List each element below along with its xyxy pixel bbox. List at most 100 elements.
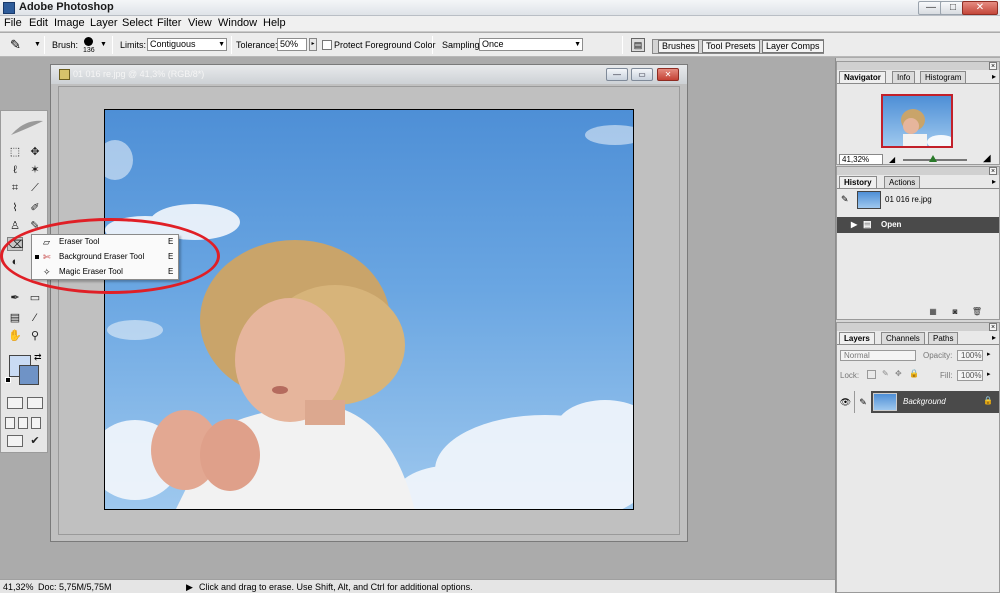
brush-preview-icon[interactable] — [84, 37, 93, 46]
window-close-button[interactable]: ✕ — [962, 1, 998, 15]
jump-to-imageready-button[interactable] — [7, 435, 23, 447]
palette-grip[interactable] — [837, 323, 999, 331]
sampling-select[interactable]: Once ▼ — [479, 38, 583, 51]
document-minimize-button[interactable]: — — [606, 68, 628, 81]
trash-icon[interactable]: 🗑 — [971, 307, 983, 317]
limits-select[interactable]: Contiguous ▼ — [147, 38, 227, 51]
opacity-input[interactable]: 100% — [957, 350, 983, 361]
well-tab-layer-comps[interactable]: Layer Comps — [762, 40, 824, 53]
zoom-out-icon[interactable]: ◢ — [889, 155, 895, 164]
menu-help[interactable]: Help — [263, 17, 286, 29]
chevron-down-icon: ▼ — [218, 41, 225, 48]
pen-tool-icon[interactable]: ✒ — [7, 291, 23, 305]
tab-info[interactable]: Info — [892, 71, 916, 83]
layers-body: Normal Opacity: 100% ▸ Lock: ✎ ✥ 🔒 Fill:… — [837, 344, 999, 592]
tab-history[interactable]: History — [839, 176, 877, 188]
history-snapshot-row[interactable]: ✎ 01 016 re.jpg — [837, 189, 999, 211]
tool-preset-dropdown-icon[interactable]: ▼ — [34, 41, 41, 48]
slice-tool-icon[interactable]: ⟋ — [27, 181, 43, 195]
palette-grip[interactable] — [837, 167, 999, 175]
layer-row-background[interactable]: 👁 ✎ Background 🔒 — [837, 391, 999, 413]
lock-pixels-icon[interactable]: ✎ — [882, 369, 889, 378]
menu-image[interactable]: Image — [54, 17, 85, 29]
close-icon[interactable]: × — [989, 62, 997, 70]
well-tab-tool-presets[interactable]: Tool Presets — [702, 40, 760, 53]
tolerance-input[interactable]: 50% — [277, 38, 307, 51]
eraser-brush-icon[interactable]: ✎ — [10, 37, 32, 53]
fill-input[interactable]: 100% — [957, 370, 983, 381]
brush-dropdown-icon[interactable]: ▼ — [100, 41, 107, 48]
zoom-in-icon[interactable]: ◢ — [983, 153, 991, 164]
palette-icon[interactable]: ▤ — [631, 38, 645, 52]
screen-mode-standard-button[interactable] — [5, 417, 15, 429]
marquee-tool-icon[interactable]: ⬚ — [7, 145, 23, 159]
notes-tool-icon[interactable]: ▤ — [7, 311, 23, 325]
palette-menu-icon[interactable]: ▸ — [992, 72, 996, 81]
imageready-icon[interactable]: ✔ — [27, 434, 43, 448]
tab-channels[interactable]: Channels — [881, 332, 925, 344]
eye-icon[interactable]: 👁 — [837, 391, 855, 413]
lock-transparency-icon[interactable] — [867, 370, 876, 379]
healing-brush-tool-icon[interactable]: ⌇ — [7, 201, 23, 215]
tab-histogram[interactable]: Histogram — [920, 71, 967, 83]
clone-stamp-tool-icon[interactable]: ♙ — [7, 219, 23, 233]
history-brush-source-icon[interactable]: ✎ — [841, 194, 849, 205]
screen-mode-full-button[interactable] — [31, 417, 41, 429]
well-tab-brushes[interactable]: Brushes — [658, 40, 700, 53]
options-separator — [231, 36, 232, 54]
close-icon[interactable]: × — [989, 167, 997, 175]
navigator-slider-knob[interactable] — [929, 155, 937, 162]
protect-foreground-checkbox[interactable] — [322, 40, 332, 50]
document-maximize-button[interactable]: ▭ — [631, 68, 653, 81]
document-close-button[interactable]: ✕ — [657, 68, 679, 81]
menu-layer[interactable]: Layer — [90, 17, 118, 29]
palette-grip[interactable] — [837, 62, 999, 70]
background-color-swatch[interactable] — [19, 365, 39, 385]
menu-filter[interactable]: Filter — [157, 17, 181, 29]
paintbrush-icon[interactable]: ✎ — [855, 391, 871, 413]
navigator-zoom-field[interactable]: 41,32% — [839, 154, 883, 165]
history-step-row[interactable]: ▶ ▤ Open — [837, 217, 999, 233]
crop-tool-icon[interactable]: ⌗ — [7, 181, 23, 195]
menu-view[interactable]: View — [188, 17, 212, 29]
menu-window[interactable]: Window — [218, 17, 257, 29]
status-zoom[interactable]: 41,32% — [3, 582, 34, 592]
tolerance-slider-button[interactable]: ▸ — [309, 38, 317, 51]
menu-file[interactable]: File — [4, 17, 22, 29]
menu-edit[interactable]: Edit — [29, 17, 48, 29]
move-tool-icon[interactable]: ✥ — [27, 145, 43, 159]
camera-snapshot-icon[interactable]: ◙ — [949, 307, 961, 317]
fill-label: Fill: — [940, 371, 953, 380]
shape-tool-icon[interactable]: ▭ — [27, 291, 43, 305]
new-document-from-state-icon[interactable]: ▦ — [927, 307, 939, 317]
canvas-image[interactable] — [104, 109, 634, 510]
blend-mode-select[interactable]: Normal — [840, 350, 916, 361]
close-icon[interactable]: × — [989, 323, 997, 331]
hand-tool-icon[interactable]: ✋ — [7, 329, 23, 343]
menu-select[interactable]: Select — [122, 17, 153, 29]
magic-wand-tool-icon[interactable]: ✶ — [27, 163, 43, 177]
tab-layers[interactable]: Layers — [839, 332, 875, 344]
tab-paths[interactable]: Paths — [928, 332, 959, 344]
default-colors-icon[interactable] — [5, 377, 11, 383]
eyedropper-tool-icon[interactable]: ⁄ — [27, 311, 43, 325]
lock-all-icon[interactable]: 🔒 — [909, 369, 919, 378]
layers-palette: × Layers Channels Paths ▸ Normal Opacity… — [836, 322, 1000, 593]
palette-menu-icon[interactable]: ▸ — [992, 333, 996, 342]
brush-tool-icon[interactable]: ✐ — [27, 201, 43, 215]
standard-mode-button[interactable] — [7, 397, 23, 409]
tab-navigator[interactable]: Navigator — [839, 71, 886, 83]
swap-colors-icon[interactable]: ⇄ — [34, 352, 42, 363]
fill-slider-button[interactable]: ▸ — [987, 370, 991, 378]
lasso-tool-icon[interactable]: ℓ — [7, 163, 23, 177]
status-menu-arrow-icon[interactable]: ▶ — [186, 582, 193, 593]
lock-position-icon[interactable]: ✥ — [895, 369, 902, 378]
navigator-thumbnail[interactable] — [881, 94, 953, 148]
opacity-slider-button[interactable]: ▸ — [987, 350, 991, 358]
quick-mask-mode-button[interactable] — [27, 397, 43, 409]
tab-actions[interactable]: Actions — [884, 176, 921, 188]
document-titlebar[interactable]: 01 016 re.jpg @ 41,3% (RGB/8*) — ▭ ✕ — [51, 65, 687, 84]
zoom-tool-icon[interactable]: ⚲ — [27, 329, 43, 343]
screen-mode-menubar-button[interactable] — [18, 417, 28, 429]
palette-menu-icon[interactable]: ▸ — [992, 177, 996, 186]
